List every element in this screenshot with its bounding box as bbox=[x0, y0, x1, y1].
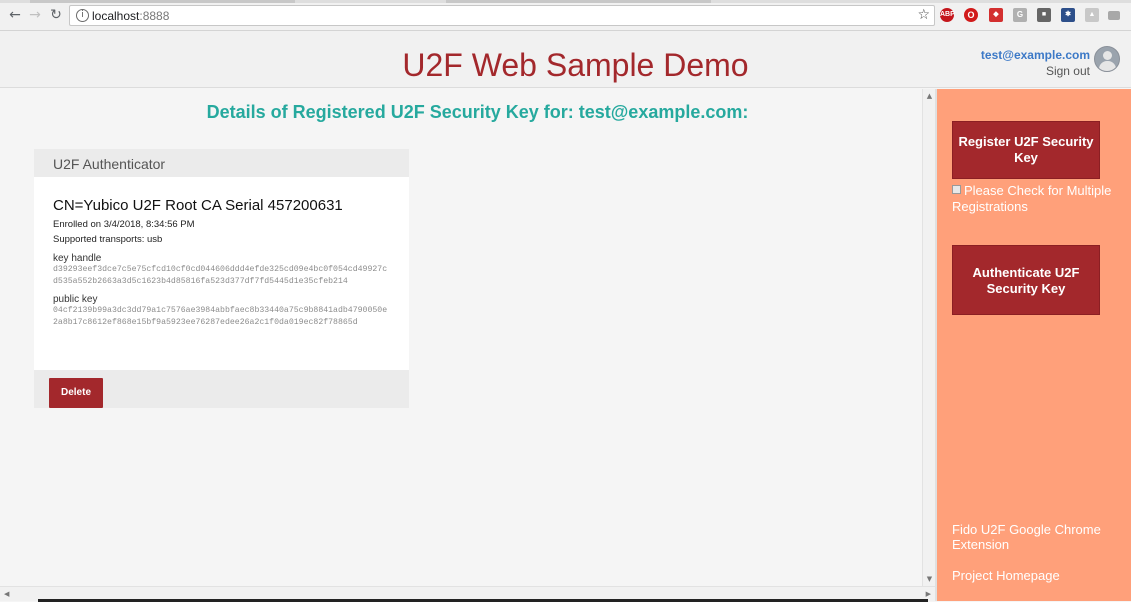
translate-icon[interactable]: G bbox=[1013, 8, 1027, 22]
register-key-button[interactable]: Register U2F Security Key bbox=[952, 121, 1100, 179]
avatar[interactable] bbox=[1094, 46, 1120, 72]
address-bar[interactable]: i localhost:8888 ☆ bbox=[69, 5, 935, 26]
vertical-scrollbar[interactable]: ▲ ▼ bbox=[922, 89, 935, 586]
authenticate-key-button[interactable]: Authenticate U2F Security Key bbox=[952, 245, 1100, 315]
project-homepage-link[interactable]: Project Homepage bbox=[952, 568, 1102, 583]
authenticator-card: U2F Authenticator CN=Yubico U2F Root CA … bbox=[34, 149, 409, 408]
url-host: localhost bbox=[92, 9, 140, 23]
delete-button[interactable]: Delete bbox=[49, 378, 103, 408]
app-title: U2F Web Sample Demo bbox=[402, 47, 749, 83]
info-icon[interactable]: i bbox=[76, 9, 89, 22]
supported-transports: Supported transports: usb bbox=[53, 234, 163, 245]
scroll-right-icon[interactable]: ▶ bbox=[926, 590, 931, 598]
extension-square-icon[interactable]: ■ bbox=[1037, 8, 1051, 22]
sidebar: Register U2F Security Key Please Check f… bbox=[935, 89, 1131, 601]
ublock-shield-icon[interactable]: ◆ bbox=[989, 8, 1003, 22]
key-handle-value: d39293eef3dce7c5e75cfcd10cf0cd044606ddd4… bbox=[53, 265, 388, 286]
public-key-value: 04cf2139b99a3dc3dd79a1c7576ae3984abbfaec… bbox=[53, 306, 388, 327]
browser-toolbar: ← → ↻ i localhost:8888 ☆ ABP O ◆ G ■ ✱ ▲ bbox=[0, 0, 1131, 31]
public-key-label: public key bbox=[53, 294, 98, 305]
pdf-icon[interactable]: ▲ bbox=[1085, 8, 1099, 22]
browser-tab[interactable] bbox=[446, 0, 711, 3]
sign-out-link[interactable]: Sign out bbox=[1046, 64, 1090, 78]
opera-icon[interactable]: O bbox=[964, 8, 978, 22]
browser-tab[interactable] bbox=[30, 0, 295, 3]
puzzle-icon[interactable]: ✱ bbox=[1061, 8, 1075, 22]
scroll-down-icon[interactable]: ▼ bbox=[925, 575, 934, 583]
multiple-registrations-option[interactable]: Please Check for Multiple Registrations bbox=[952, 183, 1127, 215]
url-text: localhost:8888 bbox=[92, 9, 169, 23]
horizontal-scrollbar[interactable]: ◀ ▶ bbox=[0, 586, 935, 602]
user-email[interactable]: test@example.com bbox=[981, 48, 1090, 62]
enrolled-date: Enrolled on 3/4/2018, 8:34:56 PM bbox=[53, 219, 195, 230]
reload-icon[interactable]: ↻ bbox=[48, 7, 64, 23]
bookmark-star-icon[interactable]: ☆ bbox=[917, 7, 930, 23]
multiple-registrations-checkbox[interactable] bbox=[952, 185, 961, 194]
chrome-extension-link[interactable]: Fido U2F Google Chrome Extension bbox=[952, 522, 1102, 552]
main-content: Details of Registered U2F Security Key f… bbox=[0, 89, 922, 586]
scroll-left-icon[interactable]: ◀ bbox=[4, 590, 9, 598]
avatar-head-icon bbox=[1103, 51, 1112, 60]
certificate-cn: CN=Yubico U2F Root CA Serial 457200631 bbox=[53, 197, 343, 214]
card-body: CN=Yubico U2F Root CA Serial 457200631 E… bbox=[34, 177, 409, 329]
card-footer: Delete bbox=[34, 370, 409, 408]
card-title: U2F Authenticator bbox=[34, 149, 409, 177]
multiple-registrations-label: Please Check for Multiple Registrations bbox=[952, 183, 1112, 214]
key-handle-label: key handle bbox=[53, 253, 102, 264]
page-heading: Details of Registered U2F Security Key f… bbox=[206, 102, 749, 122]
url-port: :8888 bbox=[139, 9, 170, 23]
back-icon[interactable]: ← bbox=[7, 7, 23, 23]
forward-icon[interactable]: → bbox=[27, 7, 43, 23]
video-icon[interactable] bbox=[1108, 11, 1120, 20]
avatar-body-icon bbox=[1099, 61, 1116, 71]
adblock-plus-icon[interactable]: ABP bbox=[940, 8, 955, 22]
app-header: U2F Web Sample Demo test@example.com Sig… bbox=[0, 31, 1131, 88]
scroll-up-icon[interactable]: ▲ bbox=[925, 92, 934, 100]
